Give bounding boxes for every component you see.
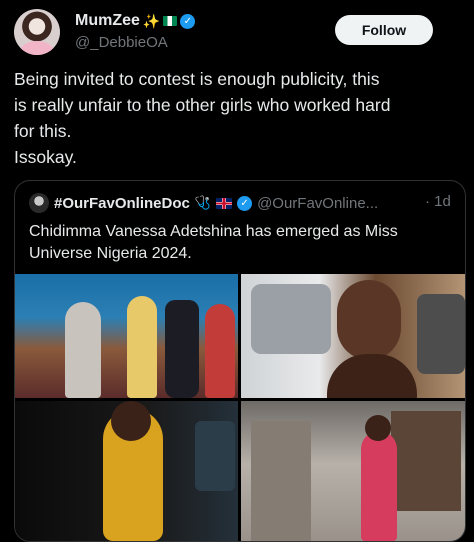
- stethoscope-icon: 🩺: [194, 195, 212, 210]
- author-avatar[interactable]: [14, 9, 60, 55]
- sparkles-icon: ✨: [142, 12, 161, 29]
- quoted-text: Chidimma Vanessa Adetshina has emerged a…: [29, 223, 398, 262]
- quoted-tweet[interactable]: #OurFavOnlineDoc 🩺 ✓ @OurFavOnline... · …: [14, 180, 466, 542]
- selfie-photo[interactable]: [241, 274, 465, 398]
- quoted-verified-badge-icon: ✓: [237, 195, 253, 211]
- quoted-avatar[interactable]: [29, 193, 49, 213]
- red-dress-photo[interactable]: [241, 401, 465, 541]
- author-name-row[interactable]: MumZee ✨ ✓: [75, 12, 196, 30]
- quoted-time[interactable]: · 1d: [425, 193, 451, 210]
- verified-badge-icon: ✓: [180, 13, 196, 29]
- quoted-display-name[interactable]: #OurFavOnlineDoc: [54, 195, 190, 212]
- uk-flag-icon: [216, 197, 233, 209]
- media-grid: [15, 274, 465, 541]
- quoted-handle[interactable]: @OurFavOnline...: [257, 195, 378, 212]
- tweet-text: Being invited to contest is enough publi…: [14, 69, 391, 167]
- author-handle[interactable]: @_DebbieOA: [75, 34, 168, 51]
- gold-gown-photo[interactable]: [15, 401, 238, 541]
- crowning-photo[interactable]: [15, 274, 238, 398]
- nigeria-flag-icon: [163, 16, 178, 26]
- author-display-name[interactable]: MumZee: [75, 12, 140, 30]
- follow-button[interactable]: Follow: [335, 15, 433, 45]
- quoted-header: #OurFavOnlineDoc 🩺 ✓ @OurFavOnline...: [29, 193, 378, 213]
